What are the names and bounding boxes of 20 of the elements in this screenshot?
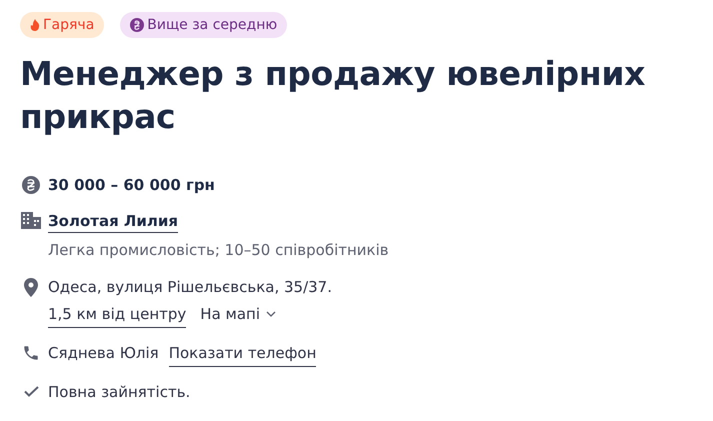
hryvnia-icon — [130, 18, 144, 32]
employment-type: Повна зайнятість. — [48, 382, 192, 403]
check-icon — [24, 386, 38, 397]
chevron-icon — [266, 311, 276, 317]
address: Одеса, вулиця Рішельєвська, 35/37. — [48, 278, 332, 296]
hryvnia-icon — [22, 176, 40, 194]
map-toggle[interactable]: На мапі — [200, 303, 276, 325]
building-icon — [21, 212, 41, 229]
distance-link[interactable]: 1,5 км від центру — [48, 303, 186, 328]
location-pin-icon — [24, 278, 38, 297]
hot-badge: Гаряча — [20, 12, 104, 38]
job-title: Менеджер з продажу ювелірних прикрас — [20, 53, 646, 138]
phone-icon — [22, 344, 40, 362]
show-phone-link[interactable]: Показати телефон — [168, 342, 316, 367]
salary-badge: Вище за середню — [120, 12, 288, 38]
company-link[interactable]: Золотая Лилия — [48, 212, 178, 233]
salary-range: 30 000 – 60 000 грн — [48, 175, 216, 196]
flame-icon — [30, 19, 40, 31]
contact-name: Сяднева Юлія — [48, 343, 159, 364]
company-details: Легка промисловість; 10–50 співробітників — [48, 240, 390, 261]
